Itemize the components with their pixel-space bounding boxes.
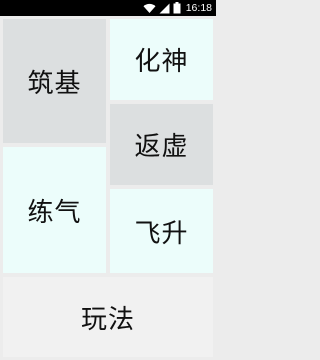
tile-zhuji[interactable]: 筑基	[3, 19, 106, 143]
tile-huashen[interactable]: 化神	[110, 19, 213, 100]
clock-time: 16:18	[185, 2, 212, 14]
status-icons: 16:18	[143, 0, 212, 16]
status-bar: 16:18	[0, 0, 216, 16]
tile-fanxu[interactable]: 返虚	[110, 104, 213, 185]
tile-lianqi[interactable]: 练气	[3, 147, 106, 273]
tile-wanfa[interactable]: 玩法	[3, 277, 213, 357]
tile-feisheng[interactable]: 飞升	[110, 189, 213, 273]
battery-icon	[173, 2, 181, 14]
wifi-icon	[143, 3, 156, 14]
signal-icon	[159, 3, 170, 14]
